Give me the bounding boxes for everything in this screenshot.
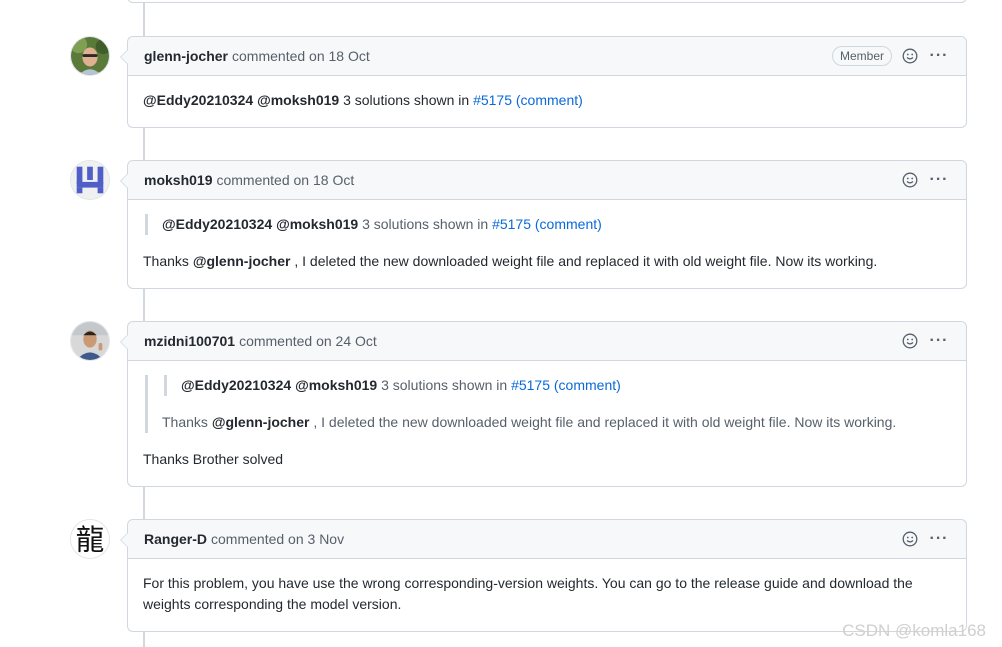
comment-text: Thanks Brother solved (143, 451, 284, 467)
comment-text: , I deleted the new downloaded weight fi… (309, 414, 897, 430)
comment-header: glenn-jocher commented on 18 Oct Member … (128, 37, 966, 76)
mention-link[interactable]: @moksh019 (295, 377, 377, 393)
comment-box: moksh019 commented on 18 Oct ··· @Eddy20… (120, 160, 967, 289)
comment-body: For this problem, you have use the wrong… (128, 559, 966, 628)
comment-text: For this problem, you have use the wrong… (143, 575, 913, 612)
svg-text:龍: 龍 (76, 523, 105, 556)
comment-timestamp[interactable]: commented on 3 Nov (211, 531, 344, 547)
kebab-menu-icon[interactable]: ··· (928, 171, 950, 189)
mention-link[interactable]: @glenn-jocher (193, 253, 291, 269)
comment-body: @Eddy20210324 @moksh019 3 solutions show… (128, 200, 966, 285)
comment-body: @Eddy20210324 @moksh019 3 solutions show… (128, 76, 966, 124)
comment-link[interactable]: (comment) (554, 377, 621, 393)
comment-text: 3 solutions shown in (377, 377, 512, 393)
kebab-menu-icon[interactable]: ··· (928, 530, 950, 548)
comment-header: mzidni100701 commented on 24 Oct ··· (128, 322, 966, 361)
comment-text: 3 solutions shown in (339, 92, 474, 108)
watermark: CSDN @komla168 (842, 621, 986, 640)
comment-box: mzidni100701 commented on 24 Oct ··· @Ed… (120, 321, 967, 487)
dragon-character-icon: 龍 (71, 520, 109, 558)
comment-link[interactable]: (comment) (535, 216, 602, 232)
comment-timestamp[interactable]: commented on 18 Oct (216, 172, 354, 188)
comment-body: @Eddy20210324 @moksh019 3 solutions show… (128, 361, 966, 483)
mention-link[interactable]: @glenn-jocher (212, 414, 310, 430)
avatar[interactable] (70, 160, 110, 200)
comment-text: , I deleted the new downloaded weight fi… (290, 253, 878, 269)
smiley-icon[interactable] (902, 172, 918, 188)
comment-author[interactable]: mzidni100701 (144, 333, 235, 349)
comment-box: Ranger-D commented on 3 Nov ··· For this… (120, 519, 967, 632)
quoted-reply: @Eddy20210324 @moksh019 3 solutions show… (145, 375, 951, 433)
smiley-icon[interactable] (902, 333, 918, 349)
issue-link[interactable]: #5175 (511, 377, 550, 393)
comment-text: 3 solutions shown in (358, 216, 493, 232)
comment-header: Ranger-D commented on 3 Nov ··· (128, 520, 966, 559)
mention-link[interactable]: @Eddy20210324 (143, 92, 253, 108)
mention-link[interactable]: @moksh019 (257, 92, 339, 108)
avatar[interactable] (70, 321, 110, 361)
comment-text: Thanks (143, 253, 193, 269)
avatar[interactable] (70, 36, 110, 76)
mention-link[interactable]: @Eddy20210324 (181, 377, 291, 393)
smiley-icon[interactable] (902, 48, 918, 64)
quoted-reply: @Eddy20210324 @moksh019 3 solutions show… (145, 214, 951, 235)
comment-timestamp[interactable]: commented on 18 Oct (232, 48, 370, 64)
identicon-icon (71, 161, 109, 199)
issue-link[interactable]: #5175 (473, 92, 512, 108)
previous-comment-edge (127, 0, 967, 3)
avatar[interactable]: 龍 (70, 519, 110, 559)
kebab-menu-icon[interactable]: ··· (928, 47, 950, 65)
comment-header: moksh019 commented on 18 Oct ··· (128, 161, 966, 200)
kebab-menu-icon[interactable]: ··· (928, 332, 950, 350)
comment-author[interactable]: moksh019 (144, 172, 212, 188)
user-photo-icon (71, 37, 109, 75)
mention-link[interactable]: @Eddy20210324 (162, 216, 272, 232)
user-photo-icon (71, 322, 109, 360)
nested-quoted-reply: @Eddy20210324 @moksh019 3 solutions show… (164, 375, 951, 396)
smiley-icon[interactable] (902, 531, 918, 547)
issue-link[interactable]: #5175 (492, 216, 531, 232)
member-badge: Member (831, 46, 892, 66)
comment-author[interactable]: glenn-jocher (144, 48, 228, 64)
comment-link[interactable]: (comment) (516, 92, 583, 108)
comment-text: Thanks (162, 414, 212, 430)
comment-author[interactable]: Ranger-D (144, 531, 207, 547)
mention-link[interactable]: @moksh019 (276, 216, 358, 232)
comment-box: glenn-jocher commented on 18 Oct Member … (120, 36, 967, 128)
comment-timestamp[interactable]: commented on 24 Oct (239, 333, 377, 349)
